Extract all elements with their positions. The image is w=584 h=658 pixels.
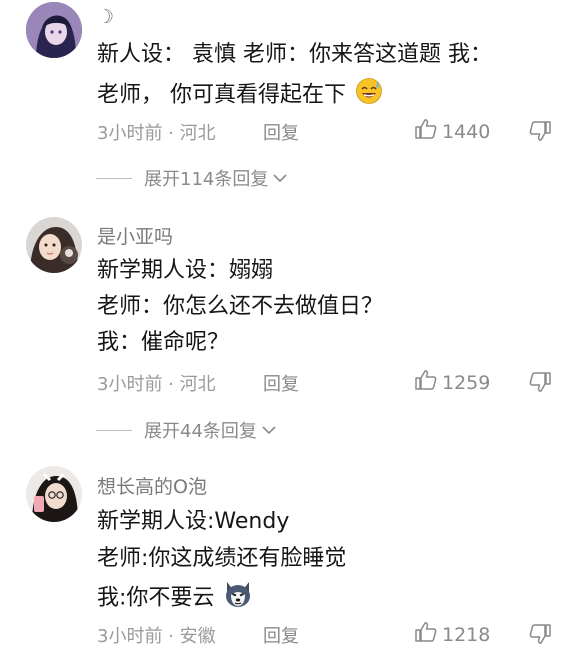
husky-dog-emoji-icon <box>223 580 253 617</box>
avatar[interactable] <box>26 2 82 58</box>
divider-dash <box>96 429 132 431</box>
thumbs-up-icon <box>414 621 438 648</box>
comment-text-line: 我：催命呢？ <box>97 330 230 355</box>
like-button[interactable]: 1259 <box>414 369 490 396</box>
comment-text-line: 老师：你怎么还不去做值日？ <box>97 294 384 319</box>
like-button[interactable]: 1218 <box>414 621 490 648</box>
reply-button[interactable]: 回复 <box>263 370 299 396</box>
comment-text-line: 新学期人设：嫋嫋 <box>97 258 274 283</box>
comment-text-line-content: 老师， 你可真看得起在下 <box>97 82 346 108</box>
like-count: 1259 <box>442 371 491 394</box>
comment-text-line: 老师:你这成绩还有脸睡觉 <box>97 546 347 571</box>
like-button[interactable]: 1440 <box>414 118 490 145</box>
laughing-sweat-emoji-icon <box>355 77 383 114</box>
expand-replies-label: 展开44条回复 <box>144 421 257 442</box>
comment-text-line: 新学期人设:Wendy <box>97 509 290 534</box>
comment-text-line-content: 我:你不要云 <box>97 585 215 611</box>
time-location: 3小时前 · 河北 <box>97 123 216 144</box>
chevron-down-icon <box>261 420 277 441</box>
thumbs-down-icon <box>528 372 552 397</box>
thumbs-up-icon <box>414 118 438 145</box>
divider-dash <box>96 177 132 179</box>
username[interactable]: 是小亚吗 <box>97 222 173 249</box>
comment-text-line: 我:你不要云 <box>97 580 253 617</box>
avatar[interactable] <box>26 217 82 273</box>
comment-text-line: 新人设： 袁慎 老师：你来答这道题 我： <box>97 42 492 67</box>
expand-replies-button[interactable]: 展开44条回复 <box>96 417 277 443</box>
like-count: 1218 <box>442 623 491 646</box>
reply-button[interactable]: 回复 <box>263 119 299 145</box>
time-location: 3小时前 · 河北 <box>97 374 216 395</box>
comment-1: ☽ 新人设： 袁慎 老师：你来答这道题 我： 老师， 你可真看得起在下 3小时前… <box>0 0 584 200</box>
dislike-button[interactable] <box>528 623 552 649</box>
thumbs-up-icon <box>414 369 438 396</box>
time-location: 3小时前 · 安徽 <box>97 626 216 647</box>
username[interactable]: 想长高的O泡 <box>97 472 207 499</box>
expand-replies-button[interactable]: 展开114条回复 <box>96 165 288 191</box>
avatar[interactable] <box>26 466 82 522</box>
dislike-button[interactable] <box>528 120 552 146</box>
comment-text-line: 老师， 你可真看得起在下 <box>97 77 383 114</box>
chevron-down-icon <box>272 168 288 189</box>
thumbs-down-icon <box>528 624 552 649</box>
reply-button[interactable]: 回复 <box>263 622 299 648</box>
dislike-button[interactable] <box>528 371 552 397</box>
like-count: 1440 <box>442 120 491 143</box>
thumbs-down-icon <box>528 121 552 146</box>
expand-replies-label: 展开114条回复 <box>144 169 269 190</box>
username[interactable]: ☽ <box>97 6 114 28</box>
